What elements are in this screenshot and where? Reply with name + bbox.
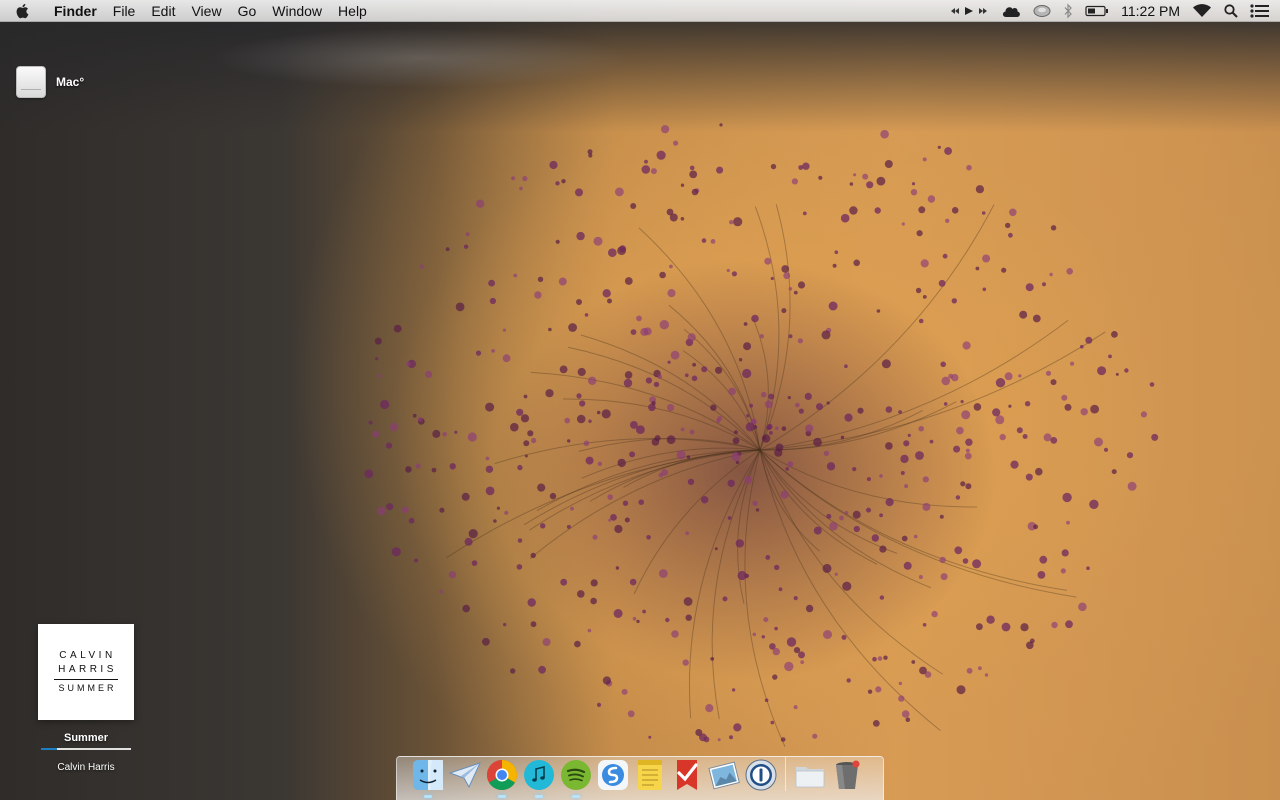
menu-bar: Finder File Edit View Go Window Help 11:… [0,0,1280,22]
finder-icon[interactable] [412,759,444,798]
album-rule [54,679,118,680]
menubar-clock[interactable]: 11:22 PM [1121,0,1180,22]
trash-icon[interactable] [831,759,863,791]
desktop-drive[interactable]: Mac° [16,66,84,98]
album-artwork[interactable]: CALVIN HARRIS SUMMER [38,624,134,720]
dock-separator [785,757,786,791]
menu-help[interactable]: Help [330,0,375,22]
bluetooth-icon[interactable] [1063,0,1073,22]
simplenote-icon[interactable] [597,759,629,791]
chrome-icon[interactable] [486,759,518,798]
menu-view[interactable]: View [183,0,229,22]
wifi-icon[interactable] [1192,0,1212,22]
running-indicator [535,795,543,798]
track-artist: Calvin Harris [57,762,115,773]
music-icon[interactable] [523,759,555,798]
notes-icon[interactable] [634,759,666,791]
running-indicator [424,795,432,798]
preview-icon[interactable] [708,759,740,791]
drive-label: Mac° [56,75,85,89]
hard-drive-icon[interactable] [16,66,46,98]
menu-go[interactable]: Go [230,0,265,22]
menu-file[interactable]: File [105,0,144,22]
battery-icon[interactable] [1085,0,1109,22]
airmail-icon[interactable] [449,759,481,791]
desktop-wallpaper [0,0,1280,800]
notification-center-icon[interactable] [1250,0,1270,22]
album-artist-line-1: CALVIN [59,650,116,661]
folder-icon[interactable] [794,759,826,791]
running-indicator [572,795,580,798]
menu-edit[interactable]: Edit [143,0,183,22]
track-title: Summer [63,732,109,744]
onepassword-icon[interactable] [745,759,777,791]
dock-items [412,757,863,798]
running-indicator [498,795,506,798]
spotlight-icon[interactable] [1224,0,1238,22]
album-title-line: SUMMER [58,683,117,693]
menu-window[interactable]: Window [264,0,330,22]
track-progress-bar[interactable] [41,748,131,750]
spotify-icon[interactable] [560,759,592,798]
app-menu-finder[interactable]: Finder [44,0,105,22]
wunderlist-icon[interactable] [671,759,703,791]
media-controls-icon[interactable] [949,0,989,22]
disk-icon[interactable] [1033,0,1051,22]
apple-menu-icon[interactable] [0,3,44,19]
flower-bouquet [364,123,1159,747]
album-artist-line-2: HARRIS [58,664,117,675]
track-progress-fill [41,748,58,750]
now-playing-widget: CALVIN HARRIS SUMMER Summer Calvin Harri… [38,624,134,773]
cloud-icon[interactable] [1001,0,1021,22]
